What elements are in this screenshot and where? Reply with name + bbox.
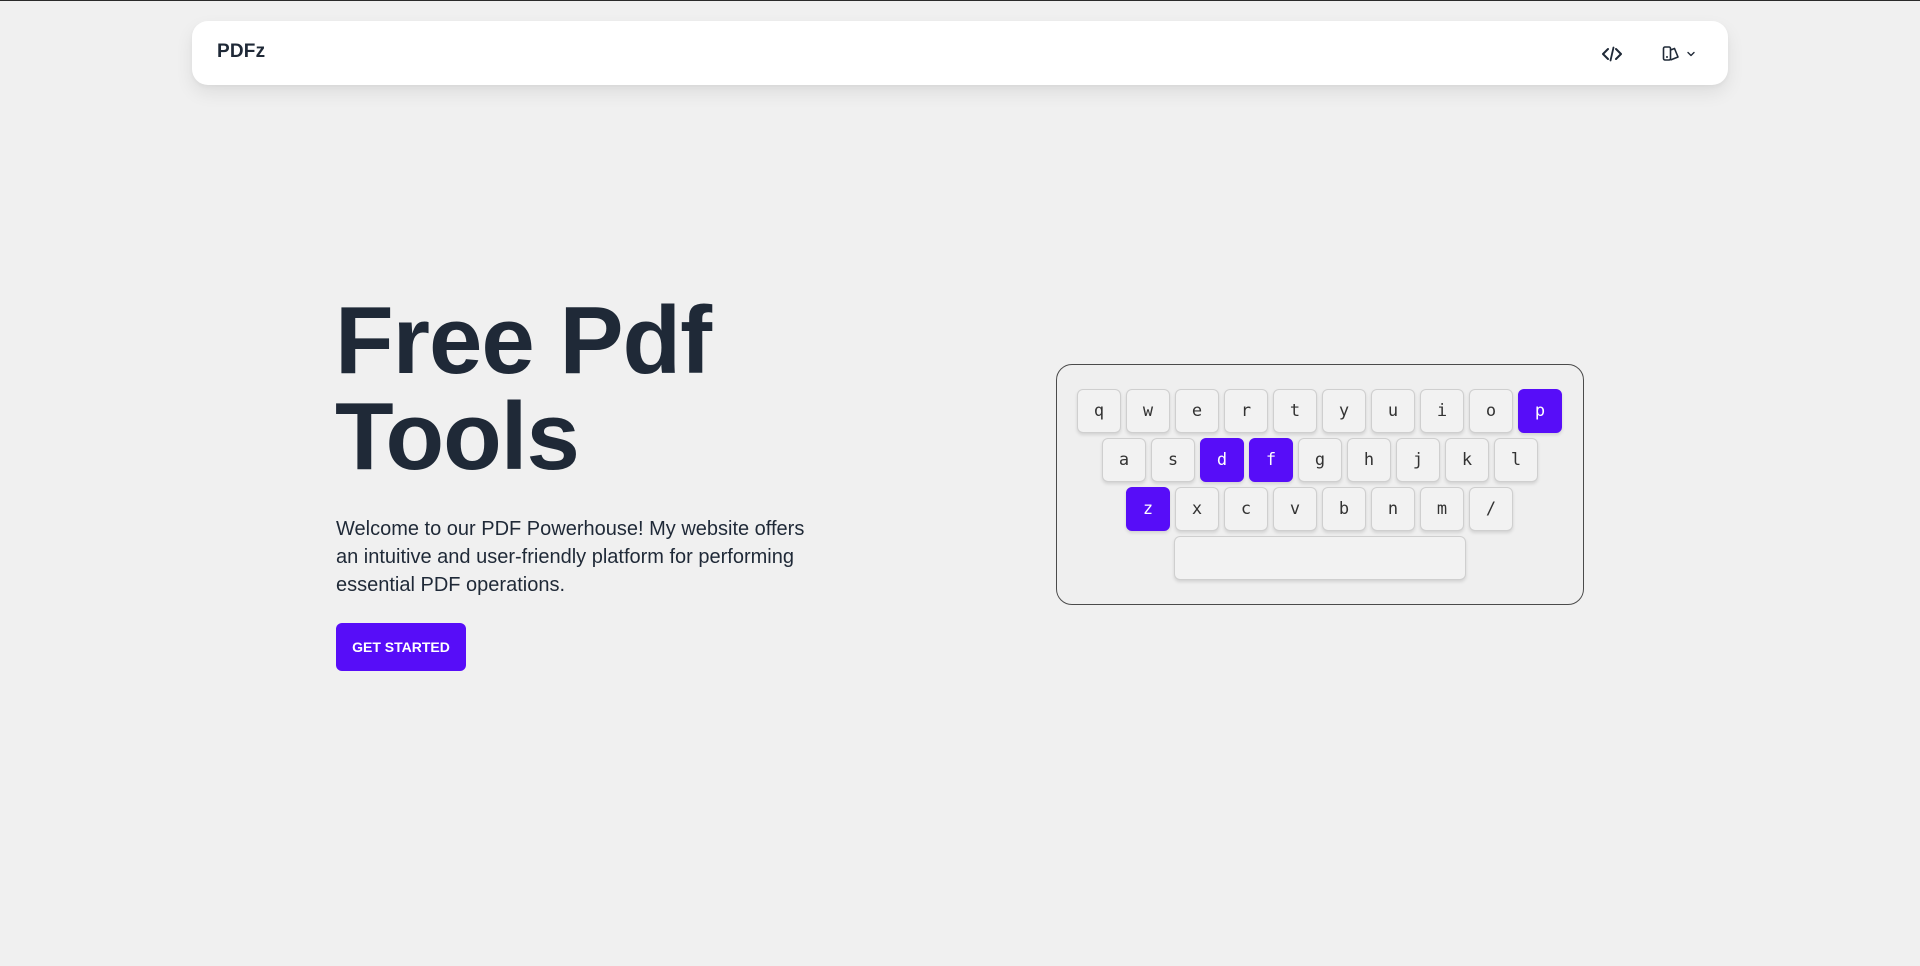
key-r: r: [1224, 389, 1268, 433]
key-y: y: [1322, 389, 1366, 433]
brand-logo-link[interactable]: PDFz: [217, 41, 265, 63]
hero-description: Welcome to our PDF Powerhouse! My websit…: [336, 518, 805, 596]
key-g: g: [1298, 438, 1342, 482]
key-u: u: [1371, 389, 1415, 433]
key-x: x: [1175, 487, 1219, 531]
key-l: l: [1494, 438, 1538, 482]
key-f: f: [1249, 438, 1293, 482]
keyboard-illustration: q w e r t y u i o p a s d f g h j k l z …: [1056, 364, 1584, 605]
key-v: v: [1273, 487, 1317, 531]
key-a: a: [1102, 438, 1146, 482]
key-k: k: [1445, 438, 1489, 482]
key-m: m: [1420, 487, 1464, 531]
key-o: o: [1469, 389, 1513, 433]
key-w: w: [1126, 389, 1170, 433]
hero-title-line-1: Free Pdf: [335, 287, 712, 394]
key-d: d: [1200, 438, 1244, 482]
key-space: [1174, 536, 1466, 580]
navbar: PDFz: [192, 21, 1728, 85]
key-p: p: [1518, 389, 1562, 433]
key-i: i: [1420, 389, 1464, 433]
hero-title-line-2: Tools: [335, 383, 580, 490]
key-e: e: [1175, 389, 1219, 433]
get-started-button[interactable]: GET STARTED: [336, 623, 466, 671]
theme-palette-icon: [1662, 46, 1679, 61]
key-c: c: [1224, 487, 1268, 531]
theme-dropdown-button[interactable]: [1658, 39, 1700, 69]
code-icon: [1602, 46, 1622, 62]
key-q: q: [1077, 389, 1121, 433]
key-b: b: [1322, 487, 1366, 531]
code-button[interactable]: [1597, 39, 1627, 69]
key-j: j: [1396, 438, 1440, 482]
chevron-down-icon: [1687, 51, 1695, 57]
key-s: s: [1151, 438, 1195, 482]
key-t: t: [1273, 389, 1317, 433]
key-h: h: [1347, 438, 1391, 482]
hero-title: Free Pdf Tools: [335, 293, 855, 485]
key-z: z: [1126, 487, 1170, 531]
key-n: n: [1371, 487, 1415, 531]
key-slash: /: [1469, 487, 1513, 531]
